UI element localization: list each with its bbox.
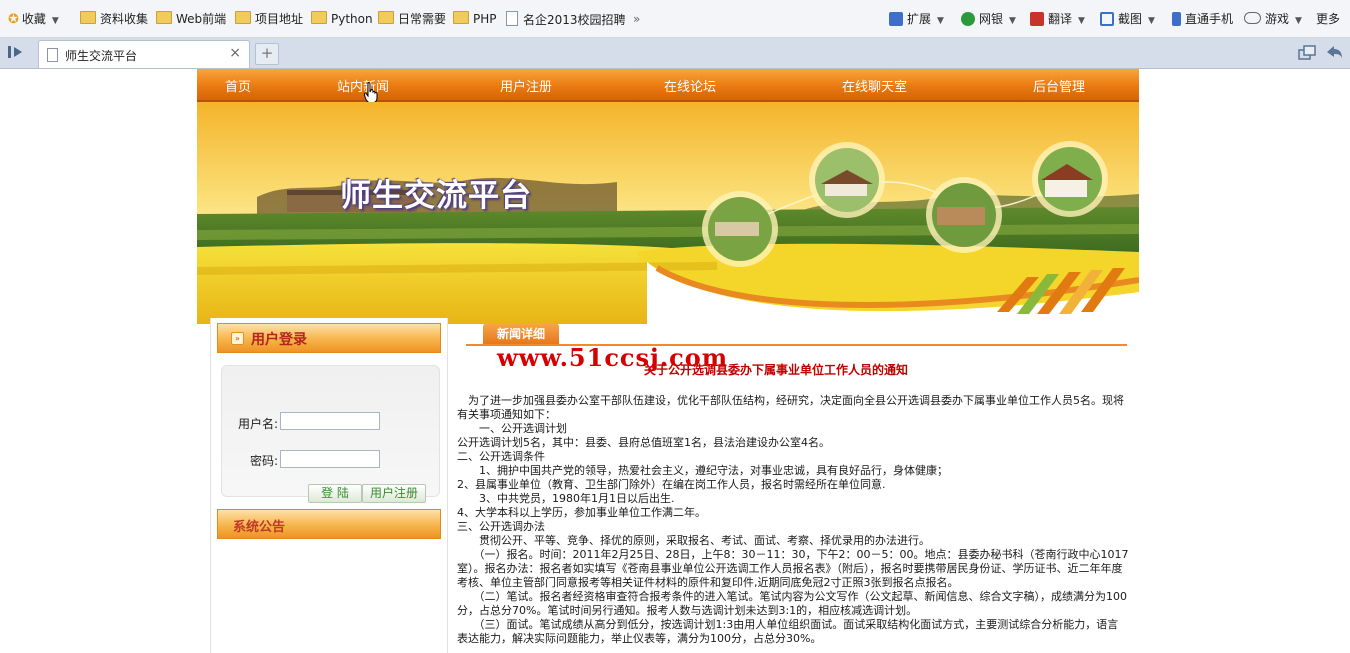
- folder-icon: [156, 11, 172, 24]
- bookmark-folder-1[interactable]: 资料收集: [80, 11, 148, 27]
- article-paragraph: （三）面试。笔试成绩从高分到低分，按选调计划1:3由用人单位组织面试。面试采取结…: [457, 618, 1119, 645]
- username-label: 用户名:: [238, 417, 279, 431]
- article-paragraph: 4、大学本科以上学历，参加事业单位工作满二年。: [457, 506, 706, 519]
- arrow-bullet-icon: »: [231, 332, 244, 345]
- chevron-down-icon: ▼: [51, 16, 59, 26]
- folder-icon: [235, 11, 251, 24]
- screenshot-button[interactable]: 截图 ▼: [1100, 11, 1155, 27]
- announcement-title: 系统公告: [233, 520, 286, 535]
- folder-icon: [453, 11, 469, 24]
- extensions-icon: [889, 12, 903, 26]
- chevron-down-icon: ▼: [1009, 16, 1016, 26]
- announcement-panel-header: 系统公告: [217, 509, 441, 539]
- tab-title: 师生交流平台: [65, 49, 138, 63]
- bookmark-folder-6[interactable]: PHP: [453, 11, 497, 27]
- bookmark-page[interactable]: 名企2013校园招聘: [506, 11, 626, 27]
- article-paragraph: 三、公开选调办法: [457, 520, 545, 533]
- star-add-icon: ✪: [8, 12, 19, 27]
- folder-icon: [311, 11, 327, 24]
- nav-register[interactable]: 用户注册: [500, 76, 552, 95]
- login-panel-title: 用户登录: [251, 332, 307, 348]
- countryside-banner-image: [197, 102, 1139, 324]
- login-panel-header: » 用户登录: [217, 323, 441, 353]
- chevron-down-icon: ▼: [1295, 16, 1302, 26]
- folder-icon: [80, 11, 96, 24]
- news-article: 为了进一步加强县委办公室干部队伍建设，优化干部队伍结构，经研究，决定面向全县公开…: [457, 394, 1129, 646]
- article-paragraph: 二、公开选调条件: [457, 450, 545, 463]
- translate-button[interactable]: 翻译 ▼: [1030, 11, 1085, 27]
- chevron-down-icon: ▼: [937, 16, 944, 26]
- more-button[interactable]: 更多: [1316, 11, 1340, 27]
- banner-title: 师生交流平台: [340, 178, 532, 214]
- back-arrow-icon[interactable]: [1325, 44, 1343, 63]
- page-icon: [47, 48, 58, 62]
- bookmark-folder-5[interactable]: 日常需要: [378, 11, 446, 27]
- password-input[interactable]: [280, 450, 380, 468]
- watermark-text: www.51ccsj.com: [497, 343, 729, 372]
- username-input[interactable]: [280, 412, 380, 430]
- article-paragraph: 一、公开选调计划: [457, 422, 567, 435]
- bookmark-folder-4[interactable]: Python: [311, 11, 373, 27]
- nav-home[interactable]: 首页: [225, 76, 251, 95]
- chevron-down-icon: ▼: [1078, 16, 1085, 26]
- article-paragraph: 贯彻公开、平等、竞争、择优的原则，采取报名、考试、面试、考察、择优录用的办法进行…: [457, 534, 930, 547]
- folder-icon: [378, 11, 394, 24]
- nav-forum[interactable]: 在线论坛: [664, 76, 716, 95]
- bookmarks-overflow-button[interactable]: »: [633, 11, 640, 27]
- article-paragraph: （二）笔试。报名者经资格审查符合报考条件的进入笔试。笔试内容为公文写作（公文起草…: [457, 590, 1127, 617]
- register-button[interactable]: 用户注册: [362, 484, 426, 503]
- screenshot-icon: [1100, 12, 1114, 26]
- site-nav: 首页 站内新闻 用户注册 在线论坛 在线聊天室 后台管理: [197, 69, 1139, 102]
- page-icon: [506, 11, 518, 26]
- article-paragraph: 公开选调计划5名，其中：县委、县府总值班室1名，县法治建设办公室4名。: [457, 436, 830, 449]
- extensions-button[interactable]: 扩展 ▼: [889, 11, 944, 27]
- article-paragraph: （一）报名。时间：2011年2月25日、28日，上午8：30－11：30，下午2…: [457, 548, 1129, 589]
- phone-button[interactable]: 直通手机: [1172, 11, 1233, 27]
- bank-icon: [961, 12, 975, 26]
- bookmark-favorites[interactable]: ✪ 收藏 ▼: [8, 11, 59, 27]
- bookmark-folder-3[interactable]: 项目地址: [235, 11, 303, 27]
- phone-icon: [1172, 12, 1181, 26]
- new-tab-button[interactable]: +: [255, 43, 279, 65]
- bookmark-folder-2[interactable]: Web前端: [156, 11, 226, 27]
- tab-active[interactable]: 师生交流平台 ×: [38, 40, 250, 68]
- login-button[interactable]: 登 陆: [308, 484, 362, 503]
- bank-button[interactable]: 网银 ▼: [961, 11, 1016, 27]
- close-icon[interactable]: ×: [229, 45, 241, 61]
- chevron-down-icon: ▼: [1148, 16, 1155, 26]
- games-button[interactable]: 游戏 ▼: [1244, 11, 1302, 27]
- password-label: 密码:: [250, 454, 279, 468]
- restore-window-icon[interactable]: [1298, 45, 1316, 64]
- site-banner: 师生交流平台: [197, 102, 1139, 324]
- translate-icon: [1030, 12, 1044, 26]
- article-paragraph: 为了进一步加强县委办公室干部队伍建设，优化干部队伍结构，经研究，决定面向全县公开…: [457, 394, 1124, 421]
- tab-bar: 师生交流平台 × +: [0, 38, 1350, 69]
- article-paragraph: 3、中共党员，1980年1月1日以后出生.: [457, 492, 675, 505]
- article-paragraph: 1、拥护中国共产党的领导，热爱社会主义，遵纪守法，对事业忠诚，具有良好品行，身体…: [457, 464, 948, 477]
- article-paragraph: 2、县属事业单位（教育、卫生部门除外）在编在岗工作人员，报名时需经所在单位同意.: [457, 478, 886, 491]
- sidebar-toggle-icon[interactable]: [7, 44, 25, 60]
- gamepad-icon: [1244, 12, 1261, 24]
- nav-admin[interactable]: 后台管理: [1033, 76, 1085, 95]
- news-detail-tab: 新闻详细: [483, 323, 559, 345]
- nav-chatroom[interactable]: 在线聊天室: [842, 76, 907, 95]
- bookmarks-bar: ✪ 收藏 ▼ 资料收集 Web前端 项目地址 Python 日常需要 PHP 名企2…: [0, 0, 1350, 38]
- nav-news[interactable]: 站内新闻: [337, 76, 389, 95]
